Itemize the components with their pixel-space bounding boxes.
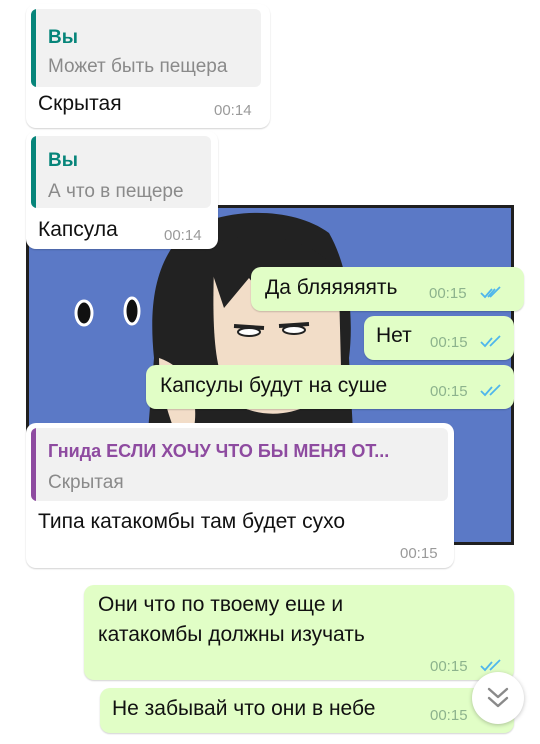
message-text: Не забывай что они в небе <box>112 697 376 720</box>
message-time: 00:15 <box>430 383 468 400</box>
quote-accent-bar <box>31 428 36 501</box>
double-check-icon <box>480 335 501 348</box>
double-check-icon <box>480 286 501 299</box>
incoming-message[interactable]: Вы А что в пещере Капсула 00:14 <box>26 131 218 249</box>
message-text: Нет <box>376 324 412 347</box>
outgoing-message[interactable]: Нет 00:15 <box>364 316 514 360</box>
reply-quote[interactable]: Гнида ЕСЛИ ХОЧУ ЧТО БЫ МЕНЯ ОТ... Скрыта… <box>31 428 448 501</box>
double-check-icon <box>480 384 501 397</box>
message-time: 00:14 <box>164 227 202 244</box>
quote-sender: Вы <box>48 150 78 171</box>
outgoing-message[interactable]: Капсулы будут на суше 00:15 <box>146 365 514 409</box>
outgoing-message[interactable]: Да бляяяяять 00:15 <box>251 267 524 311</box>
incoming-message[interactable]: Вы Может быть пещера Скрытая 00:14 <box>26 4 270 128</box>
double-chevron-down-icon <box>487 687 509 708</box>
message-time: 00:15 <box>400 545 438 562</box>
message-time: 00:14 <box>214 102 252 119</box>
quote-text: Скрытая <box>48 472 124 493</box>
quote-sender: Вы <box>48 27 78 48</box>
message-time: 00:15 <box>430 707 468 724</box>
double-check-icon <box>480 659 501 672</box>
message-text: Капсула <box>38 218 118 241</box>
reply-quote[interactable]: Вы А что в пещере <box>31 136 211 208</box>
message-text: Типа катакомбы там будет сухо <box>38 510 346 533</box>
quote-accent-bar <box>31 136 36 208</box>
quote-text: А что в пещере <box>48 181 184 202</box>
message-text: Они что по твоему еще и катакомбы должны… <box>98 593 365 646</box>
incoming-message[interactable]: Гнида ЕСЛИ ХОЧУ ЧТО БЫ МЕНЯ ОТ... Скрыта… <box>26 423 454 568</box>
message-text: Капсулы будут на суше <box>160 374 388 397</box>
reply-quote[interactable]: Вы Может быть пещера <box>31 9 261 87</box>
message-text: Да бляяяяять <box>265 276 398 299</box>
message-time: 00:15 <box>430 334 468 351</box>
quote-accent-bar <box>31 9 36 87</box>
outgoing-message[interactable]: Они что по твоему еще и катакомбы должны… <box>84 585 514 680</box>
quote-sender: Гнида ЕСЛИ ХОЧУ ЧТО БЫ МЕНЯ ОТ... <box>48 441 390 461</box>
message-time: 00:15 <box>430 658 468 675</box>
scroll-to-bottom-button[interactable] <box>472 672 524 724</box>
message-text: Скрытая <box>38 92 122 115</box>
message-time: 00:15 <box>429 285 467 302</box>
quote-text: Может быть пещера <box>48 56 228 77</box>
outgoing-message[interactable]: Не забывай что они в небе 00:15 <box>100 688 514 733</box>
